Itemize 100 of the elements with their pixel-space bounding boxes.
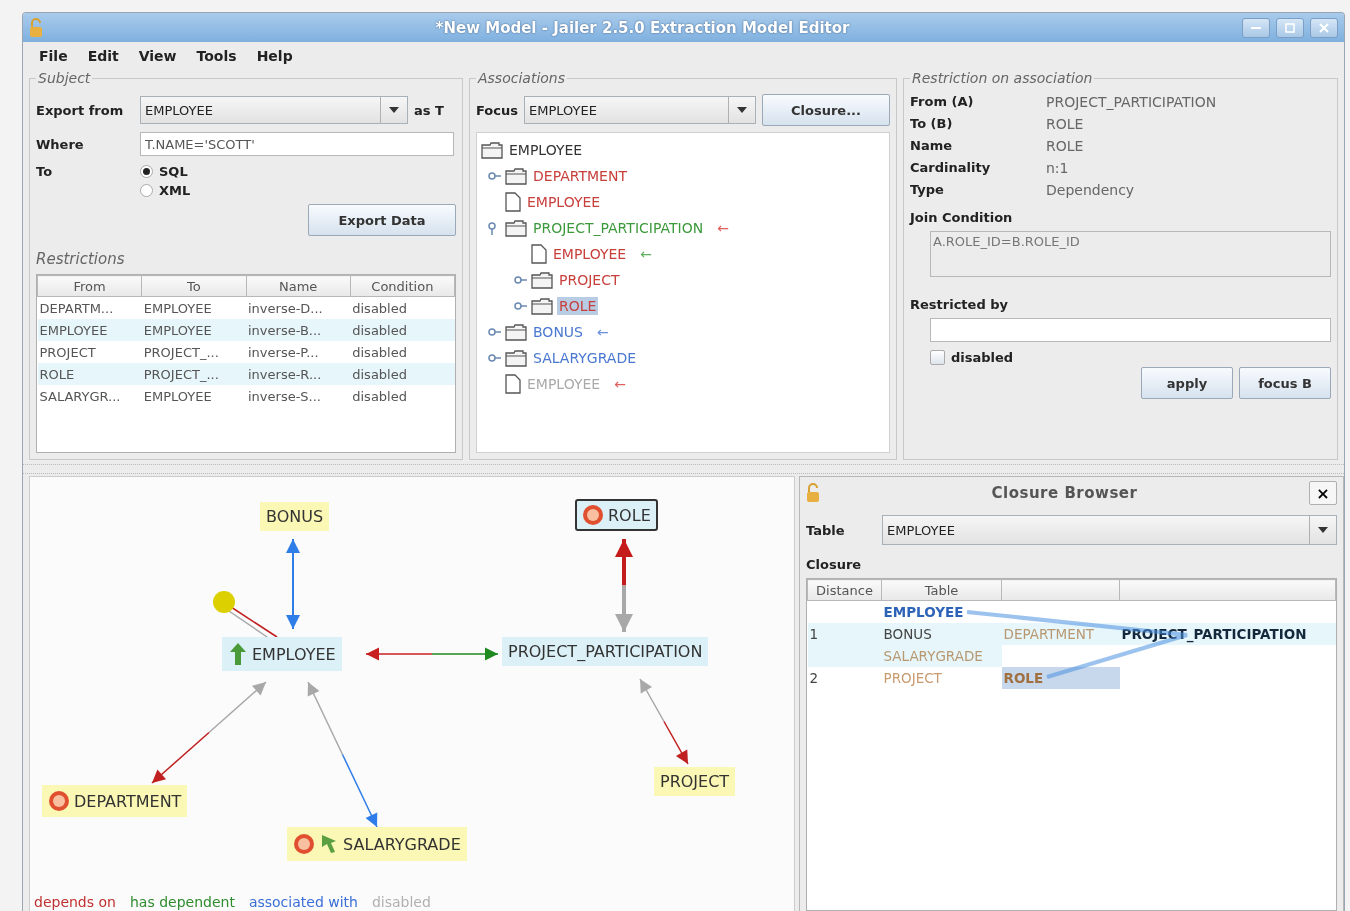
field-label: From (A) (910, 94, 975, 110)
tree-item[interactable]: SALARYGRADE (531, 349, 639, 367)
restricted-by-field[interactable] (930, 318, 1331, 342)
folder-icon (531, 271, 553, 289)
tree-item[interactable]: BONUS (531, 323, 585, 341)
tree-item[interactable]: EMPLOYEE (551, 245, 629, 263)
export-data-button[interactable]: Export Data (308, 204, 456, 236)
table-cell: disabled (352, 366, 407, 382)
column-header[interactable]: Condition (350, 275, 455, 297)
table-cell: EMPLOYEE (39, 322, 108, 338)
menu-item[interactable]: View (130, 46, 185, 66)
format-radio[interactable]: XML (140, 183, 456, 198)
legend-item: disabled (371, 893, 431, 911)
table-cell: DEPARTM... (39, 300, 114, 316)
action-button[interactable]: apply (1141, 367, 1233, 399)
collapsed-handle-icon[interactable] (487, 169, 501, 183)
where-label: Where (36, 136, 85, 152)
action-button[interactable]: focus B (1239, 367, 1331, 399)
tree-item[interactable]: DEPARTMENT (531, 167, 629, 185)
table-cell: PROJECT_... (143, 344, 219, 360)
column-header[interactable]: To (141, 275, 246, 297)
collapsed-handle-icon[interactable] (513, 273, 527, 287)
maximize-button[interactable] (1276, 17, 1304, 38)
format-radio[interactable]: SQL (140, 164, 456, 179)
collapsed-handle-icon[interactable] (513, 299, 527, 313)
arrow-mark: ← (597, 324, 609, 340)
graph-node[interactable]: DEPARTMENT (42, 785, 188, 817)
legend-item: depends on (34, 893, 116, 911)
export-label: Export from (36, 102, 125, 118)
folder-icon (505, 219, 527, 237)
folder-icon (531, 297, 553, 315)
join-condition-field[interactable]: A.ROLE_ID=B.ROLE_ID (930, 231, 1331, 277)
table-cell: SALARYGR... (39, 388, 121, 404)
menu-item[interactable]: Tools (188, 46, 245, 66)
graph-node[interactable]: PROJECT_PARTICIPATION (502, 637, 709, 666)
tree-item[interactable]: PROJECT (557, 271, 622, 289)
collapsed-handle-icon[interactable] (487, 351, 501, 365)
restricted-label: Restricted by (910, 297, 1009, 312)
table-cell: inverse-R... (248, 366, 322, 382)
table-cell: inverse-S... (248, 388, 321, 404)
tree-item[interactable]: PROJECT_PARTICIPATION (531, 219, 706, 237)
dialog-title: Closure Browser (990, 484, 1139, 502)
table-cell: EMPLOYEE (143, 322, 212, 338)
menu-item[interactable]: Help (248, 46, 301, 66)
distance-cell: 2 (809, 670, 819, 686)
link-drawing (213, 591, 278, 640)
tree-item[interactable]: EMPLOYEE (525, 193, 603, 211)
graph-node[interactable]: ROLE (575, 499, 658, 531)
column-header[interactable]: From (37, 275, 142, 297)
table-cell[interactable]: EMPLOYEE (883, 604, 964, 620)
file-icon (505, 374, 521, 394)
table-cell: EMPLOYEE (143, 300, 212, 316)
arrow-mark: ← (614, 376, 626, 392)
closure-button[interactable]: Closure... (762, 94, 890, 126)
panel-title: Associations (476, 70, 566, 86)
distance-cell: 1 (809, 626, 819, 642)
graph-node[interactable]: BONUS (260, 502, 330, 531)
menu-item[interactable]: Edit (79, 46, 127, 66)
caret-icon (1318, 527, 1328, 533)
caret-icon (737, 107, 747, 113)
table-cell: inverse-B... (248, 322, 322, 338)
closure-label: Closure (806, 557, 863, 572)
table-cell: inverse-P... (248, 344, 319, 360)
table-cell: disabled (352, 388, 407, 404)
field-label: Name (910, 138, 953, 154)
minimize-button[interactable] (1242, 17, 1270, 38)
close-button[interactable] (1310, 17, 1338, 38)
section-title: Restrictions (36, 250, 126, 268)
checkbox[interactable] (930, 350, 945, 365)
focus-combo[interactable]: EMPLOYEE (524, 96, 756, 124)
column-header[interactable]: Name (246, 275, 351, 297)
field-value: ROLE (1046, 138, 1085, 154)
minimize-icon (1251, 26, 1261, 29)
legend-item: associated with (248, 893, 358, 911)
lock-icon (806, 483, 820, 503)
checkbox-label: disabled (951, 350, 1014, 365)
graph-node[interactable]: EMPLOYEE (222, 637, 342, 671)
where-field[interactable]: T.NAME='SCOTT' (140, 132, 454, 156)
table-cell: ROLE (39, 366, 75, 382)
column-header[interactable]: Distance (807, 579, 882, 601)
close-button[interactable]: × (1309, 481, 1337, 505)
graph-node[interactable]: SALARYGRADE (287, 827, 467, 861)
field-label: To (B) (910, 116, 954, 132)
file-icon (505, 192, 521, 212)
to-label: To (36, 164, 54, 179)
table-combo[interactable]: EMPLOYEE (882, 515, 1337, 545)
graph-node[interactable]: PROJECT (654, 767, 736, 796)
join-label: Join Condition (910, 210, 1014, 225)
tree-item[interactable]: EMPLOYEE (507, 141, 585, 159)
legend-item: has dependent (129, 893, 235, 911)
field-value: PROJECT_PARTICIPATION (1046, 94, 1218, 110)
menu-item[interactable]: File (31, 46, 76, 66)
export-combo[interactable]: EMPLOYEE (140, 96, 408, 124)
collapsed-handle-icon[interactable] (487, 325, 501, 339)
file-icon (531, 244, 547, 264)
caret-icon (389, 107, 399, 113)
panel-title: Subject (37, 70, 92, 86)
table-cell: disabled (352, 322, 407, 338)
column-header[interactable]: Table (881, 579, 1002, 601)
table-cell: disabled (352, 300, 407, 316)
